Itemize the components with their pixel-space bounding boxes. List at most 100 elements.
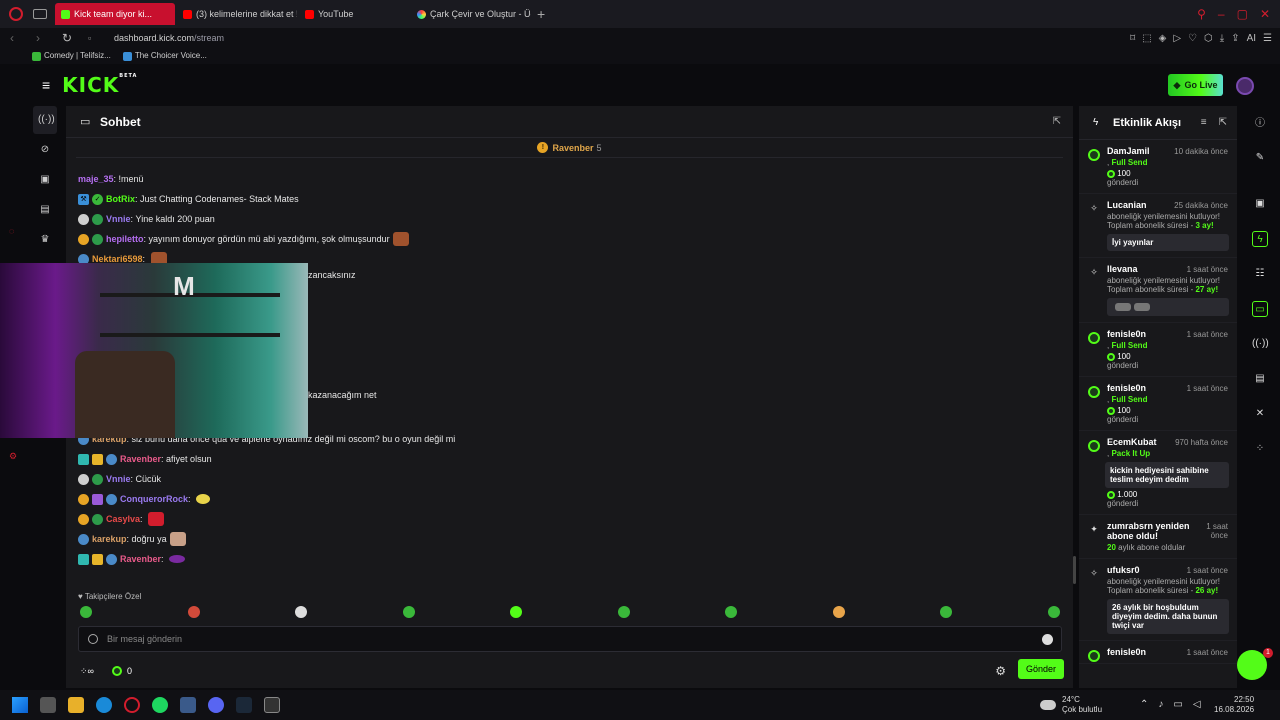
chat-message[interactable]: Ravenber: afiyet olsun [78, 449, 1058, 469]
event-item[interactable]: ✦ zumrabsrn yeniden abone oldu! 1 saat önc… [1079, 515, 1237, 559]
emoji-picker-icon[interactable] [1042, 634, 1053, 645]
chat-username[interactable]: Vnnie [106, 474, 131, 484]
event-item[interactable]: EcemKubat 970 hafta önce, Pack It Up kicki… [1079, 431, 1237, 515]
clock[interactable]: 22:50 16.08.2026 [1214, 695, 1254, 715]
broadcast-tool-icon[interactable]: ((·)) [1252, 336, 1269, 352]
weather-widget[interactable]: 24°C Çok bulutlu [1040, 695, 1102, 715]
chat-message[interactable]: hepiletto: yayınım donuyor gördün mü abi… [78, 229, 1058, 249]
opera-logo-icon[interactable] [9, 7, 23, 21]
wrench-icon[interactable]: ✕ [1252, 406, 1268, 422]
emote-icon[interactable] [940, 606, 953, 618]
webcam-preview-overlay[interactable]: M [0, 263, 308, 438]
chat-message[interactable]: Ravenber: [78, 549, 1058, 569]
extensions-icon[interactable]: ⬡ [1204, 33, 1213, 44]
chat-message[interactable]: ⚒ ✓ BotRix: Just Chatting Codenames- Stack… [78, 189, 299, 209]
reload-icon[interactable]: ↻ [62, 31, 78, 45]
chat-username[interactable]: Vnnie [106, 214, 131, 224]
chat-username[interactable]: karekup [92, 534, 127, 544]
event-item[interactable]: fenisle0n 1 saat önce, Full Send 100 gönde… [1079, 323, 1237, 377]
opera-gx-icon[interactable] [124, 697, 140, 713]
tab-list-icon[interactable] [33, 9, 47, 19]
event-item[interactable]: DamJamil 10 dakika önce, Full Send 100 gön… [1079, 140, 1237, 194]
steam-icon[interactable] [236, 697, 252, 713]
shield-icon[interactable]: ◈ [1159, 33, 1167, 44]
browser-window-icon[interactable]: ▣ [38, 173, 52, 187]
send-button[interactable]: Gönder [1018, 659, 1064, 679]
bookmark-item-comedy[interactable]: Comedy | Telifsiz... [32, 51, 111, 61]
info-icon[interactable]: ⓘ [1252, 116, 1268, 132]
microphone-icon[interactable]: ♪ [1158, 699, 1163, 710]
chat-scrollbar[interactable] [1073, 556, 1076, 584]
opera-sidebar-icon[interactable]: ◌ [9, 226, 19, 236]
emote-icon[interactable] [295, 606, 308, 618]
popout-icon[interactable]: ⇱ [1053, 116, 1061, 127]
event-item[interactable]: fenisle0n 1 saat önce [1079, 641, 1237, 664]
list-icon[interactable]: ☷ [1252, 266, 1268, 282]
emote-icon[interactable] [402, 606, 415, 618]
chevron-up-icon[interactable]: ⌃ [1140, 699, 1148, 710]
layout-icon[interactable]: ▤ [1252, 371, 1268, 387]
emote-icon[interactable] [80, 606, 92, 618]
new-tab-plus-icon[interactable]: + [537, 6, 545, 22]
minimize-icon[interactable]: – [1218, 7, 1225, 21]
spotify-icon[interactable] [152, 697, 168, 713]
chat-settings-gear-icon[interactable]: ⚙ [995, 664, 1006, 678]
download-icon[interactable]: ⤓ [1220, 33, 1224, 44]
browser-tab-kick[interactable]: Kick team diyor ki... [55, 3, 175, 25]
close-window-icon[interactable]: ✕ [1260, 7, 1270, 21]
link-icon[interactable]: ⊘ [38, 143, 52, 157]
user-avatar[interactable] [1236, 77, 1254, 95]
volume-icon[interactable]: ◁ [1193, 699, 1201, 710]
chat-message[interactable]: Casylva: [78, 509, 1058, 529]
filter-icon[interactable]: ≡ [1201, 117, 1207, 128]
chat-username[interactable]: ConquerorRock [120, 494, 188, 504]
emote-icon[interactable] [1047, 606, 1060, 618]
chat-message[interactable]: maje_35: !menü [78, 169, 299, 189]
chat-message[interactable]: ConquerorRock: [78, 489, 1058, 509]
chat-username[interactable]: Ravenber [120, 454, 161, 464]
obs-icon[interactable] [264, 697, 280, 713]
lightning-tool-icon[interactable]: ϟ [1252, 231, 1268, 247]
back-arrow-icon[interactable]: ‹ [10, 31, 26, 45]
settings-app-icon[interactable] [180, 697, 196, 713]
chat-message[interactable]: Vnnie: Yine kaldı 200 puan [78, 209, 1058, 229]
forward-arrow-icon[interactable]: › [36, 31, 52, 45]
event-item[interactable]: fenisle0n 1 saat önce, Full Send 100 gönde… [1079, 377, 1237, 431]
go-live-button[interactable]: ◆ Go Live [1168, 74, 1223, 96]
pinned-banner[interactable]: ! Ravenber 5 [76, 138, 1063, 158]
media-icon[interactable]: ▣ [1252, 196, 1268, 212]
chat-tool-icon[interactable]: ▭ [1252, 301, 1268, 317]
chat-username[interactable]: hepiletto [106, 234, 144, 244]
windows-start-icon[interactable] [12, 697, 28, 713]
event-item[interactable]: ✧ Lucanian 25 dakika önce aboneliğk yenilem… [1079, 194, 1237, 258]
popout-icon[interactable]: ⇱ [1219, 117, 1227, 128]
points-display[interactable]: 0 [111, 666, 132, 676]
hamburger-menu-icon[interactable]: ≡ [42, 77, 50, 93]
emote-icon[interactable] [187, 606, 200, 618]
chat-username[interactable]: Ravenber [120, 554, 161, 564]
emote-icon[interactable] [510, 606, 523, 618]
browser-tab-youtube-video[interactable]: (3) kelimelerine dikkat et !! [177, 3, 297, 25]
task-view-icon[interactable] [40, 697, 56, 713]
play-icon[interactable]: ▷ [1173, 33, 1181, 44]
search-tabs-icon[interactable]: ⚲ [1197, 7, 1206, 21]
trophy-icon[interactable]: ♛ [38, 233, 52, 247]
discord-icon[interactable] [208, 697, 224, 713]
bookmark-icon[interactable]: ⌑ [1130, 33, 1135, 44]
broadcast-icon[interactable]: ((·)) [38, 113, 55, 127]
edge-icon[interactable] [96, 697, 112, 713]
kick-logo[interactable]: KICKBETA [62, 73, 137, 97]
network-icon[interactable]: ▭ [1173, 699, 1182, 710]
event-item[interactable]: ✧ ufuksr0 1 saat önce aboneliğk yenilemesin… [1079, 559, 1237, 641]
browser-tab-wheel[interactable]: Çark Çevir ve Oluştur - Üc... [411, 3, 531, 25]
file-explorer-icon[interactable] [68, 697, 84, 713]
apps-icon[interactable]: ⁘ [1252, 441, 1268, 457]
emote-icon[interactable] [832, 606, 845, 618]
emote-icon[interactable] [617, 606, 630, 618]
maximize-icon[interactable]: ▢ [1237, 7, 1248, 21]
chat-message-input[interactable] [107, 634, 1007, 644]
chat-username[interactable]: Casylva [106, 514, 140, 524]
bookmark-item-choicer[interactable]: The Choicer Voice... [122, 51, 207, 61]
share-icon[interactable]: ⇪ [1231, 33, 1239, 44]
event-item[interactable]: ✧ llevana 1 saat önce aboneliğk yenilemesin… [1079, 258, 1237, 323]
